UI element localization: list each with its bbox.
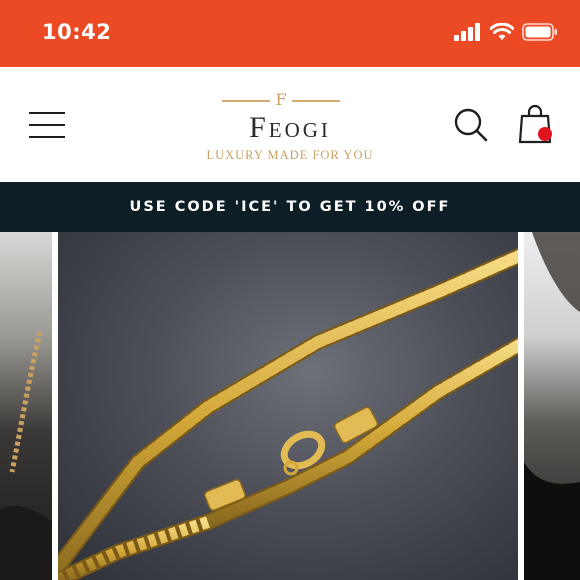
next-slide[interactable] — [524, 232, 580, 580]
gold-rope-chain-image — [58, 247, 518, 580]
promo-banner[interactable]: USE CODE 'ICE' TO GET 10% OFF — [0, 182, 580, 232]
hamburger-menu-icon[interactable] — [29, 111, 67, 139]
battery-icon — [522, 23, 558, 41]
previous-slide[interactable] — [0, 232, 52, 580]
status-bar: 10:42 — [0, 0, 580, 67]
cart-badge — [538, 127, 552, 141]
logo-name: Feogi — [249, 111, 331, 144]
status-time: 10:42 — [42, 20, 112, 44]
wifi-icon — [490, 23, 514, 41]
status-icons — [454, 23, 558, 41]
logo-tagline: LUXURY MADE FOR YOU — [206, 148, 374, 162]
cellular-signal-icon — [454, 23, 482, 41]
search-icon[interactable] — [453, 107, 489, 143]
brand-logo[interactable]: F Feogi LUXURY MADE FOR YOU — [190, 89, 390, 169]
logo-line-right — [292, 100, 340, 102]
logo-mark: F — [222, 90, 340, 109]
site-header: F Feogi LUXURY MADE FOR YOU — [0, 67, 580, 182]
current-slide[interactable] — [58, 232, 518, 580]
hero-carousel[interactable] — [0, 232, 580, 580]
